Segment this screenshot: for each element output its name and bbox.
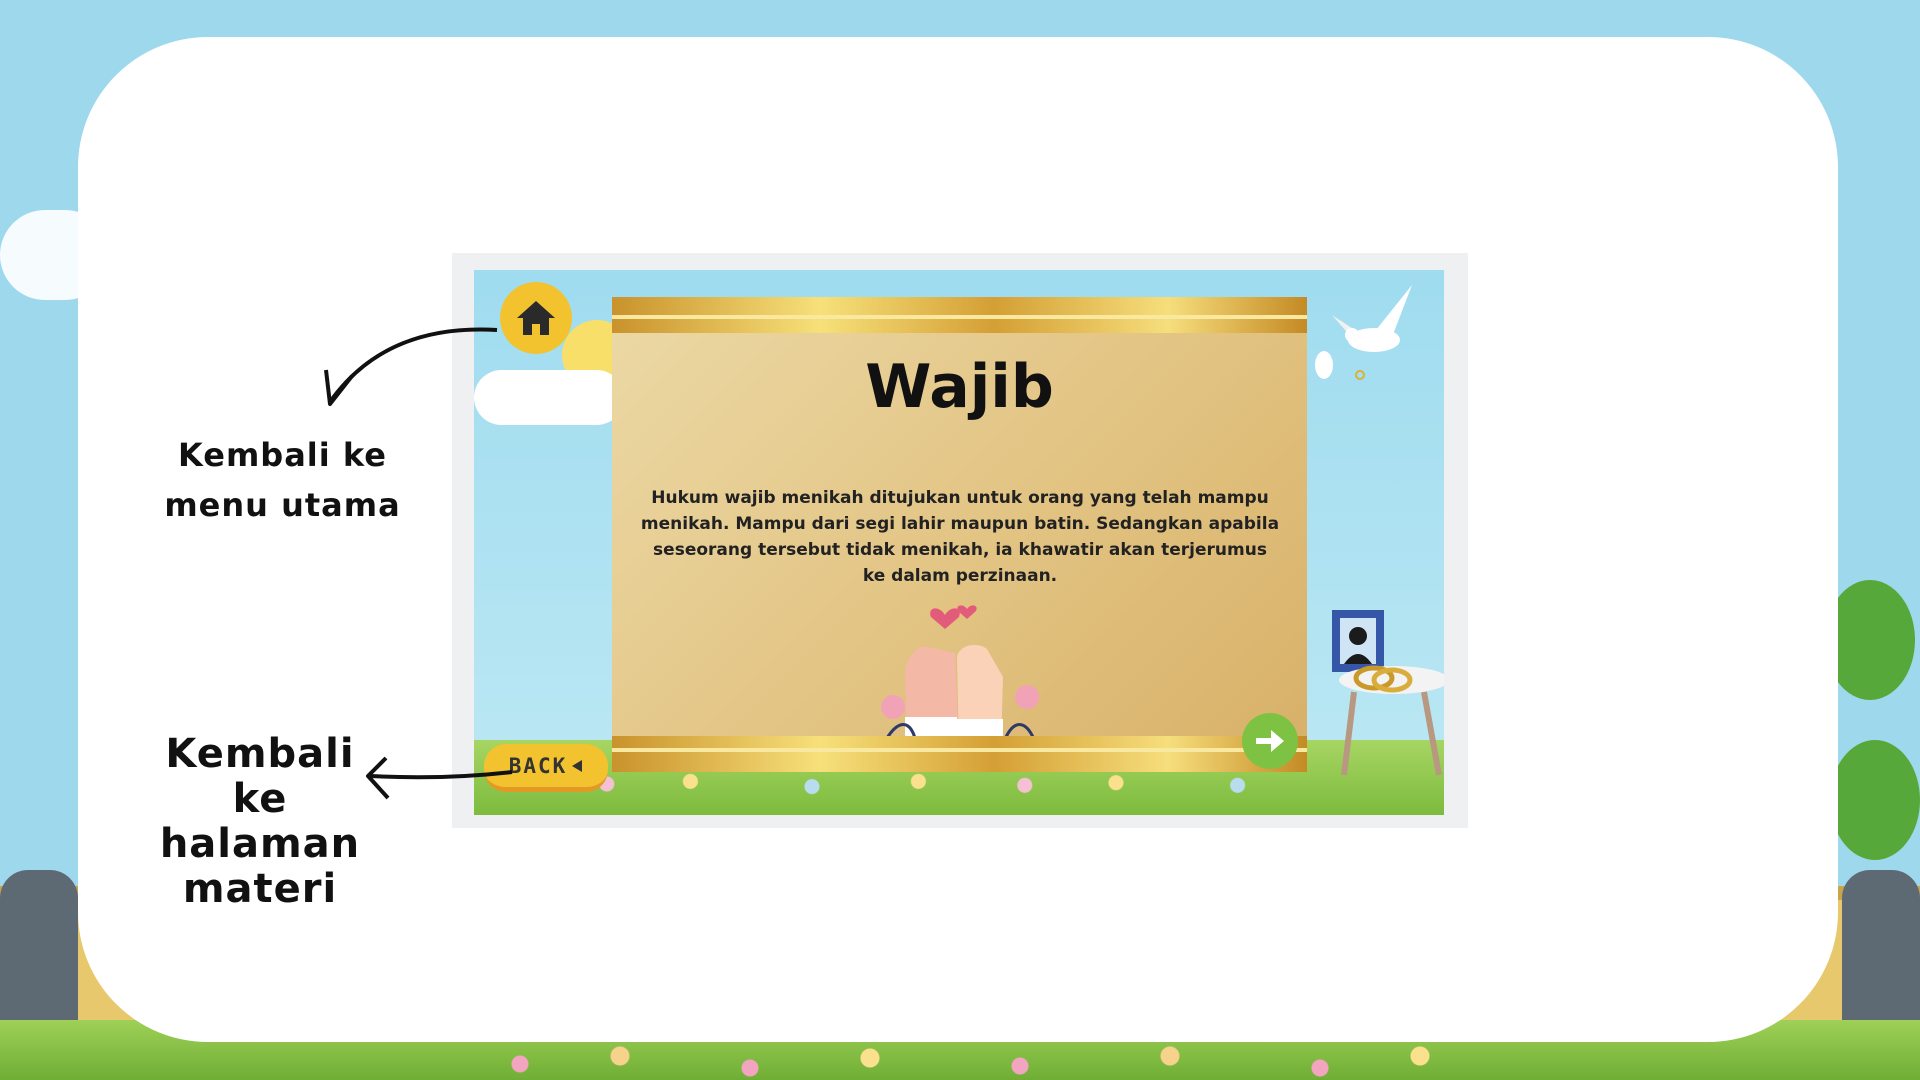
table-illustration (1332, 610, 1444, 776)
back-button-label: BACK (508, 753, 568, 778)
home-button[interactable] (500, 282, 572, 354)
slide-title: Wajib (865, 352, 1054, 422)
content-panel: Wajib Hukum wajib menikah ditujukan untu… (612, 297, 1307, 772)
arrow-right-icon (1256, 730, 1284, 752)
background-tree (1825, 580, 1915, 700)
cloud-illustration (474, 370, 624, 425)
background-flowers (470, 1040, 1470, 1080)
gold-band-bottom (612, 736, 1307, 772)
hands-rings-illustration (880, 605, 1039, 748)
back-button-caption: Kembali ke halaman materi (159, 731, 361, 912)
next-button[interactable] (1242, 713, 1298, 769)
caret-left-icon (572, 759, 583, 772)
slide-screenshot: Wajib Hukum wajib menikah ditujukan untu… (474, 270, 1444, 815)
back-button[interactable]: BACK (484, 744, 608, 792)
home-button-caption: Kembali ke menu utama (164, 436, 401, 524)
flowers-illustration (584, 771, 1344, 797)
background-tree (1830, 740, 1920, 860)
slide-body-text: Hukum wajib menikah ditujukan untuk oran… (640, 488, 1280, 586)
gold-band-top (612, 297, 1307, 333)
home-icon (517, 301, 555, 335)
doves-illustration (1315, 285, 1412, 380)
